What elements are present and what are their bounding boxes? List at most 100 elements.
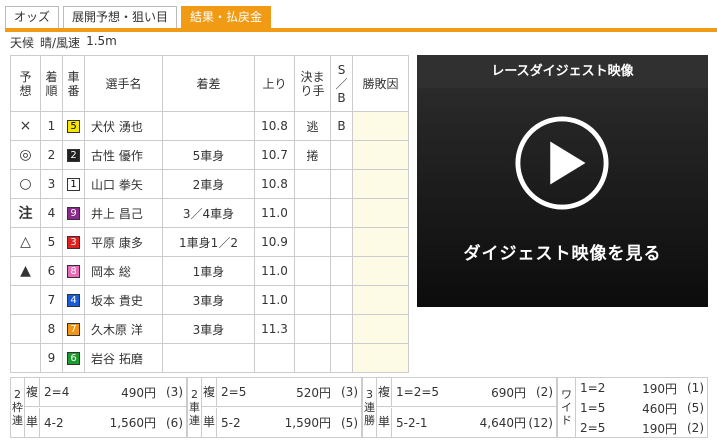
win-loss-factor <box>352 169 409 199</box>
prediction-mark <box>10 343 41 373</box>
margin <box>162 343 255 373</box>
prediction-mark <box>10 285 41 315</box>
rider-name: 平原 康多 <box>84 227 163 257</box>
finish-position: 6 <box>40 256 63 286</box>
last-lap-time: 10.8 <box>254 169 295 199</box>
rider-name: 山口 拳矢 <box>84 169 163 199</box>
winning-move <box>294 343 331 373</box>
sb-mark <box>330 285 353 315</box>
header-yosou: 予想 <box>10 55 41 112</box>
tab-bar: オッズ 展開予想・狙い目 結果・払戻金 <box>5 6 272 28</box>
rider-name: 犬伏 湧也 <box>84 111 163 141</box>
last-lap-time: 10.8 <box>254 111 295 141</box>
win-loss-factor <box>352 140 409 170</box>
winning-move <box>294 198 331 228</box>
car-number-badge: 4 <box>67 294 80 307</box>
car-number-badge: 5 <box>67 120 80 133</box>
payout-wakuren: 2枠連 複 2=4 490円 (3) 単 4-2 1,560円 (6) <box>10 377 187 438</box>
last-lap-time: 10.9 <box>254 227 295 257</box>
win-loss-factor <box>352 256 409 286</box>
wide-row: 2=5 190円 (2) <box>580 421 704 436</box>
prediction-mark: ▲ <box>10 256 41 286</box>
last-lap-time: 11.0 <box>254 198 295 228</box>
car-number: 6 <box>62 343 85 373</box>
results-table: 予想 着順 車番 選手名 着差 上り 決ま り手 S ／ B 勝敗因 × 1 5 犬伏 湧也… <box>10 55 409 373</box>
margin: 1車身 <box>162 256 255 286</box>
finish-position: 4 <box>40 198 63 228</box>
table-row: 9 6 岩谷 拓磨 <box>10 343 409 373</box>
prediction-mark: × <box>10 111 41 141</box>
wide-row: 1=2 190円 (1) <box>580 381 704 396</box>
payout-row-tan: 単 4-2 1,560円 (6) <box>25 408 186 437</box>
finish-position: 7 <box>40 285 63 315</box>
sb-mark <box>330 314 353 344</box>
table-row: ○ 3 1 山口 拳矢 2車身 10.8 <box>10 169 409 199</box>
last-lap-time <box>254 343 295 373</box>
prediction-mark: ◎ <box>10 140 41 170</box>
payout-category-label: 3連勝 <box>363 378 377 437</box>
win-loss-factor <box>352 111 409 141</box>
prediction-mark: 注 <box>10 198 41 228</box>
car-number: 2 <box>62 140 85 170</box>
sb-mark: B <box>330 111 353 141</box>
car-number-badge: 7 <box>67 323 80 336</box>
winning-move: 逃 <box>294 111 331 141</box>
car-number-badge: 1 <box>67 178 80 191</box>
prediction-mark: ○ <box>10 169 41 199</box>
car-number: 8 <box>62 256 85 286</box>
sb-mark <box>330 227 353 257</box>
finish-position: 3 <box>40 169 63 199</box>
sb-mark <box>330 343 353 373</box>
last-lap-time: 11.0 <box>254 256 295 286</box>
header-kimarite: 決ま り手 <box>294 55 331 112</box>
payout-row-fuku: 複 1=2=5 690円 (2) <box>377 378 556 407</box>
payout-row-fuku: 複 2=4 490円 (3) <box>25 378 186 407</box>
video-title: レースダイジェスト映像 <box>417 55 708 88</box>
sb-mark <box>330 140 353 170</box>
sb-mark <box>330 169 353 199</box>
tab-prediction[interactable]: 展開予想・狙い目 <box>63 6 178 28</box>
wind-speed: 1.5m <box>86 34 117 48</box>
win-loss-factor <box>352 198 409 228</box>
video-player[interactable]: ダイジェスト映像を見る <box>417 88 708 307</box>
car-number-badge: 6 <box>67 352 80 365</box>
winning-move <box>294 256 331 286</box>
header-chakusa: 着差 <box>162 55 255 112</box>
win-loss-factor <box>352 285 409 315</box>
payout-category-label: ワイド <box>558 378 576 437</box>
rider-name: 岩谷 拓磨 <box>84 343 163 373</box>
finish-position: 2 <box>40 140 63 170</box>
tab-results[interactable]: 結果・払戻金 <box>181 6 272 28</box>
payout-sanrentan: 3連勝 複 1=2=5 690円 (2) 単 5-2-1 4,640円 (12) <box>362 377 557 438</box>
header-name: 選手名 <box>84 55 163 112</box>
payout-category-label: 2枠連 <box>11 378 25 437</box>
digest-video-panel: レースダイジェスト映像 ダイジェスト映像を見る <box>417 55 708 307</box>
results-header-row: 予想 着順 車番 選手名 着差 上り 決ま り手 S ／ B 勝敗因 <box>10 55 409 112</box>
payout-wide: ワイド 1=2 190円 (1) 1=5 460円 (5) 2=5 190円 (… <box>557 377 708 438</box>
rider-name: 久木原 洋 <box>84 314 163 344</box>
payout-row-tan: 単 5-2 1,590円 (5) <box>202 408 361 437</box>
play-icon[interactable] <box>513 114 611 212</box>
rider-name: 古性 優作 <box>84 140 163 170</box>
table-row: 8 7 久木原 洋 3車身 11.3 <box>10 314 409 344</box>
car-number-badge: 8 <box>67 265 80 278</box>
table-row: × 1 5 犬伏 湧也 10.8 逃 B <box>10 111 409 141</box>
last-lap-time: 11.0 <box>254 285 295 315</box>
winning-move <box>294 169 331 199</box>
car-number: 7 <box>62 314 85 344</box>
payout-row-fuku: 複 2=5 520円 (3) <box>202 378 361 407</box>
finish-position: 1 <box>40 111 63 141</box>
car-number-badge: 3 <box>67 236 80 249</box>
finish-position: 9 <box>40 343 63 373</box>
winning-move <box>294 285 331 315</box>
header-factor: 勝敗因 <box>352 55 409 112</box>
car-number: 4 <box>62 285 85 315</box>
sb-mark <box>330 198 353 228</box>
margin: 3車身 <box>162 285 255 315</box>
wide-row: 1=5 460円 (5) <box>580 401 704 416</box>
tab-odds[interactable]: オッズ <box>5 6 60 28</box>
watch-digest-label[interactable]: ダイジェスト映像を見る <box>417 239 708 264</box>
prediction-mark <box>10 314 41 344</box>
win-loss-factor <box>352 314 409 344</box>
table-row: ◎ 2 2 古性 優作 5車身 10.7 捲 <box>10 140 409 170</box>
